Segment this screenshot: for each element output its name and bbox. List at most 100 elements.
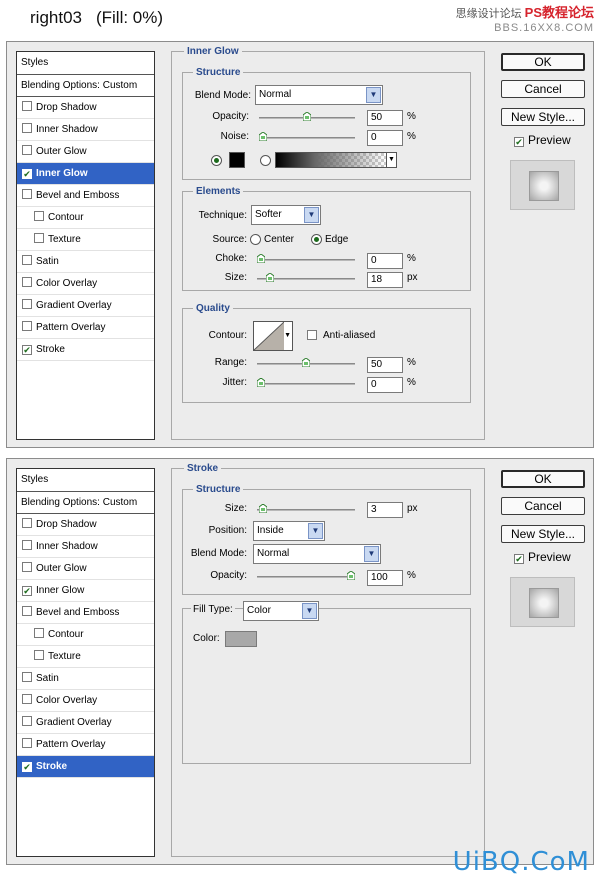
fill-type-select[interactable]: Color ▼	[243, 601, 319, 621]
style-item-gradient-overlay[interactable]: Gradient Overlay	[17, 295, 154, 317]
source-center-radio[interactable]	[250, 234, 261, 245]
style-item-bevel-and-emboss[interactable]: Bevel and Emboss	[17, 602, 154, 624]
range-input[interactable]: 50	[367, 357, 403, 373]
new-style-button[interactable]: New Style...	[501, 108, 585, 126]
blend-mode-select[interactable]: Normal ▼	[255, 85, 383, 105]
opacity-input[interactable]: 50	[367, 110, 403, 126]
styles-header[interactable]: Styles	[17, 52, 154, 75]
stroke-opacity-input[interactable]: 100	[367, 570, 403, 586]
style-item-gradient-overlay[interactable]: Gradient Overlay	[17, 712, 154, 734]
technique-select[interactable]: Softer ▼	[251, 205, 321, 225]
style-item-stroke[interactable]: ✔ Stroke	[17, 339, 154, 361]
style-item-pattern-overlay[interactable]: Pattern Overlay	[17, 734, 154, 756]
contour-picker[interactable]: ▼	[253, 321, 293, 351]
anti-aliased-checkbox[interactable]	[307, 330, 317, 340]
choke-slider[interactable]	[257, 254, 355, 263]
jitter-input[interactable]: 0	[367, 377, 403, 393]
ok-button[interactable]: OK	[501, 53, 585, 71]
style-checkbox[interactable]	[22, 299, 32, 309]
ok-button[interactable]: OK	[501, 470, 585, 488]
slider-thumb-icon[interactable]	[259, 132, 267, 141]
style-item-texture[interactable]: Texture	[17, 646, 154, 668]
style-item-pattern-overlay[interactable]: Pattern Overlay	[17, 317, 154, 339]
style-item-inner-glow[interactable]: ✔ Inner Glow	[17, 163, 154, 185]
source-edge-radio[interactable]	[311, 234, 322, 245]
stroke-blend-mode-select[interactable]: Normal ▼	[253, 544, 381, 564]
slider-thumb-icon[interactable]	[258, 504, 267, 513]
size-input[interactable]: 18	[367, 272, 403, 288]
style-item-contour[interactable]: Contour	[17, 207, 154, 229]
new-style-button[interactable]: New Style...	[501, 525, 585, 543]
style-checkbox[interactable]	[22, 738, 32, 748]
style-item-drop-shadow[interactable]: Drop Shadow	[17, 97, 154, 119]
preview-checkbox[interactable]: ✔	[514, 554, 524, 564]
style-item-color-overlay[interactable]: Color Overlay	[17, 690, 154, 712]
position-select[interactable]: Inside ▼	[253, 521, 325, 541]
style-item-inner-shadow[interactable]: Inner Shadow	[17, 119, 154, 141]
style-item-bevel-and-emboss[interactable]: Bevel and Emboss	[17, 185, 154, 207]
cancel-button[interactable]: Cancel	[501, 497, 585, 515]
style-item-satin[interactable]: Satin	[17, 668, 154, 690]
stroke-size-slider[interactable]	[257, 504, 355, 513]
size-slider[interactable]	[257, 273, 355, 282]
slider-thumb-icon[interactable]	[302, 358, 310, 367]
gradient-radio[interactable]	[260, 155, 271, 166]
blending-options-item[interactable]: Blending Options: Custom	[17, 492, 154, 514]
noise-input[interactable]: 0	[367, 130, 403, 146]
gradient-picker[interactable]	[275, 152, 387, 168]
style-checkbox[interactable]	[22, 540, 32, 550]
style-item-satin[interactable]: Satin	[17, 251, 154, 273]
slider-thumb-icon[interactable]	[303, 112, 311, 121]
style-item-color-overlay[interactable]: Color Overlay	[17, 273, 154, 295]
style-checkbox[interactable]	[22, 606, 32, 616]
style-checkbox[interactable]	[22, 321, 32, 331]
style-checkbox[interactable]	[22, 694, 32, 704]
style-item-contour[interactable]: Contour	[17, 624, 154, 646]
style-checkbox[interactable]	[22, 518, 32, 528]
blending-options-item[interactable]: Blending Options: Custom	[17, 75, 154, 97]
style-checkbox[interactable]	[22, 562, 32, 572]
jitter-slider[interactable]	[257, 378, 355, 387]
style-checkbox[interactable]	[22, 672, 32, 682]
style-item-inner-shadow[interactable]: Inner Shadow	[17, 536, 154, 558]
style-item-inner-glow[interactable]: ✔ Inner Glow	[17, 580, 154, 602]
preview-checkbox[interactable]: ✔	[514, 137, 524, 147]
slider-thumb-icon[interactable]	[266, 273, 274, 282]
cancel-button[interactable]: Cancel	[501, 80, 585, 98]
style-item-outer-glow[interactable]: Outer Glow	[17, 141, 154, 163]
style-item-stroke[interactable]: ✔ Stroke	[17, 756, 154, 778]
style-checkbox[interactable]	[22, 101, 32, 111]
style-checkbox[interactable]	[34, 233, 44, 243]
stroke-color-swatch[interactable]	[225, 631, 257, 647]
style-checkbox[interactable]	[22, 145, 32, 155]
noise-slider[interactable]	[259, 132, 355, 141]
preview-toggle[interactable]: ✔ Preview	[514, 550, 571, 564]
style-checkbox[interactable]	[34, 211, 44, 221]
style-checkbox[interactable]	[34, 650, 44, 660]
style-checkbox[interactable]	[22, 123, 32, 133]
solid-color-radio[interactable]	[211, 155, 222, 166]
style-checkbox[interactable]	[22, 277, 32, 287]
style-checkbox[interactable]	[34, 628, 44, 638]
slider-thumb-icon[interactable]	[257, 254, 265, 263]
preview-toggle[interactable]: ✔ Preview	[514, 133, 571, 147]
opacity-slider[interactable]	[259, 112, 355, 121]
slider-thumb-icon[interactable]	[257, 378, 265, 387]
style-item-drop-shadow[interactable]: Drop Shadow	[17, 514, 154, 536]
styles-header[interactable]: Styles	[17, 469, 154, 492]
style-checkbox[interactable]	[22, 716, 32, 726]
style-item-texture[interactable]: Texture	[17, 229, 154, 251]
style-checkbox[interactable]: ✔	[22, 586, 32, 596]
slider-thumb-icon[interactable]	[347, 571, 355, 580]
stroke-opacity-slider[interactable]	[257, 571, 355, 580]
style-checkbox[interactable]	[22, 255, 32, 265]
style-checkbox[interactable]: ✔	[22, 345, 32, 355]
stroke-size-input[interactable]: 3	[367, 502, 403, 518]
gradient-dropdown-icon[interactable]: ▼	[386, 152, 397, 168]
style-checkbox[interactable]	[22, 189, 32, 199]
style-item-outer-glow[interactable]: Outer Glow	[17, 558, 154, 580]
range-slider[interactable]	[257, 358, 355, 367]
style-checkbox[interactable]: ✔	[22, 762, 32, 772]
style-checkbox[interactable]: ✔	[22, 169, 32, 179]
glow-color-swatch[interactable]	[229, 152, 245, 168]
